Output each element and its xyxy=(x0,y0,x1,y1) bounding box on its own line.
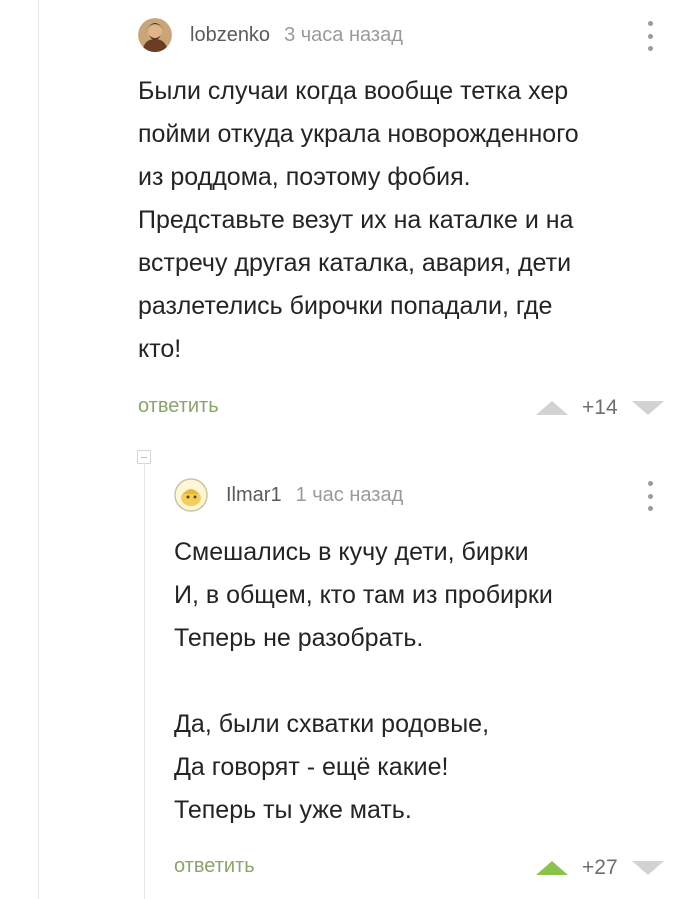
comment-header: lobzenko 3 часа назад xyxy=(138,15,403,55)
comment-line: Да, были схватки родовые, xyxy=(174,710,490,738)
author-name[interactable]: lobzenko xyxy=(190,24,270,47)
reply-button[interactable]: ответить xyxy=(174,855,255,878)
comment-line: Представьте везут их на каталке и на xyxy=(138,206,574,234)
comment-line: встречу другая каталка, авария, дети xyxy=(138,249,572,277)
comment-line: Смешались в кучу дети, бирки xyxy=(174,538,529,566)
upvote-icon[interactable] xyxy=(536,401,568,415)
thread-line-outer xyxy=(38,0,39,899)
comment-line: кто! xyxy=(138,335,182,363)
comment-header: Ilmar1 1 час назад xyxy=(174,475,403,515)
comment-line: из роддома, поэтому фобия. xyxy=(138,163,471,191)
avatar-cartoon-icon[interactable] xyxy=(174,478,208,512)
rating-control: +14 xyxy=(536,396,664,420)
rating-control: +27 xyxy=(536,856,664,880)
more-options-icon[interactable] xyxy=(646,21,654,51)
rating-value: +14 xyxy=(582,396,618,419)
reply-button[interactable]: ответить xyxy=(138,395,219,418)
comment-line: Теперь ты уже мать. xyxy=(174,796,412,824)
comment-line xyxy=(174,660,664,703)
comment-ilmar1: Ilmar1 1 час назад Смешались в кучу дети… xyxy=(174,475,674,895)
comment-line: разлетелись бирочки попадали, где xyxy=(138,292,553,320)
more-options-icon[interactable] xyxy=(646,481,654,511)
downvote-icon[interactable] xyxy=(631,861,664,875)
comment-line: Теперь не разобрать. xyxy=(174,624,424,652)
comment-line: Были случаи когда вообще тетка хер xyxy=(138,77,569,105)
collapse-thread-button[interactable] xyxy=(137,450,151,464)
comment-timestamp: 1 час назад xyxy=(295,483,404,506)
author-name[interactable]: Ilmar1 xyxy=(226,484,282,507)
comment-line: И, в общем, кто там из пробирки xyxy=(174,581,553,609)
comment-body: Смешались в кучу дети, бирки И, в общем,… xyxy=(174,531,664,832)
avatar-portrait-icon[interactable] xyxy=(138,18,172,52)
comment-line: Да говорят - ещё какие! xyxy=(174,753,449,781)
comment-timestamp: 3 часа назад xyxy=(284,23,403,46)
comment-lobzenko: lobzenko 3 часа назад Были случаи когда … xyxy=(138,15,668,435)
rating-value: +27 xyxy=(582,856,618,879)
comment-body: Были случаи когда вообще тетка хер пойми… xyxy=(138,70,678,371)
thread-line-inner xyxy=(144,464,145,899)
upvote-icon[interactable] xyxy=(536,861,568,875)
comment-line: пойми откуда украла новорожденного xyxy=(138,120,579,148)
downvote-icon[interactable] xyxy=(631,401,664,415)
